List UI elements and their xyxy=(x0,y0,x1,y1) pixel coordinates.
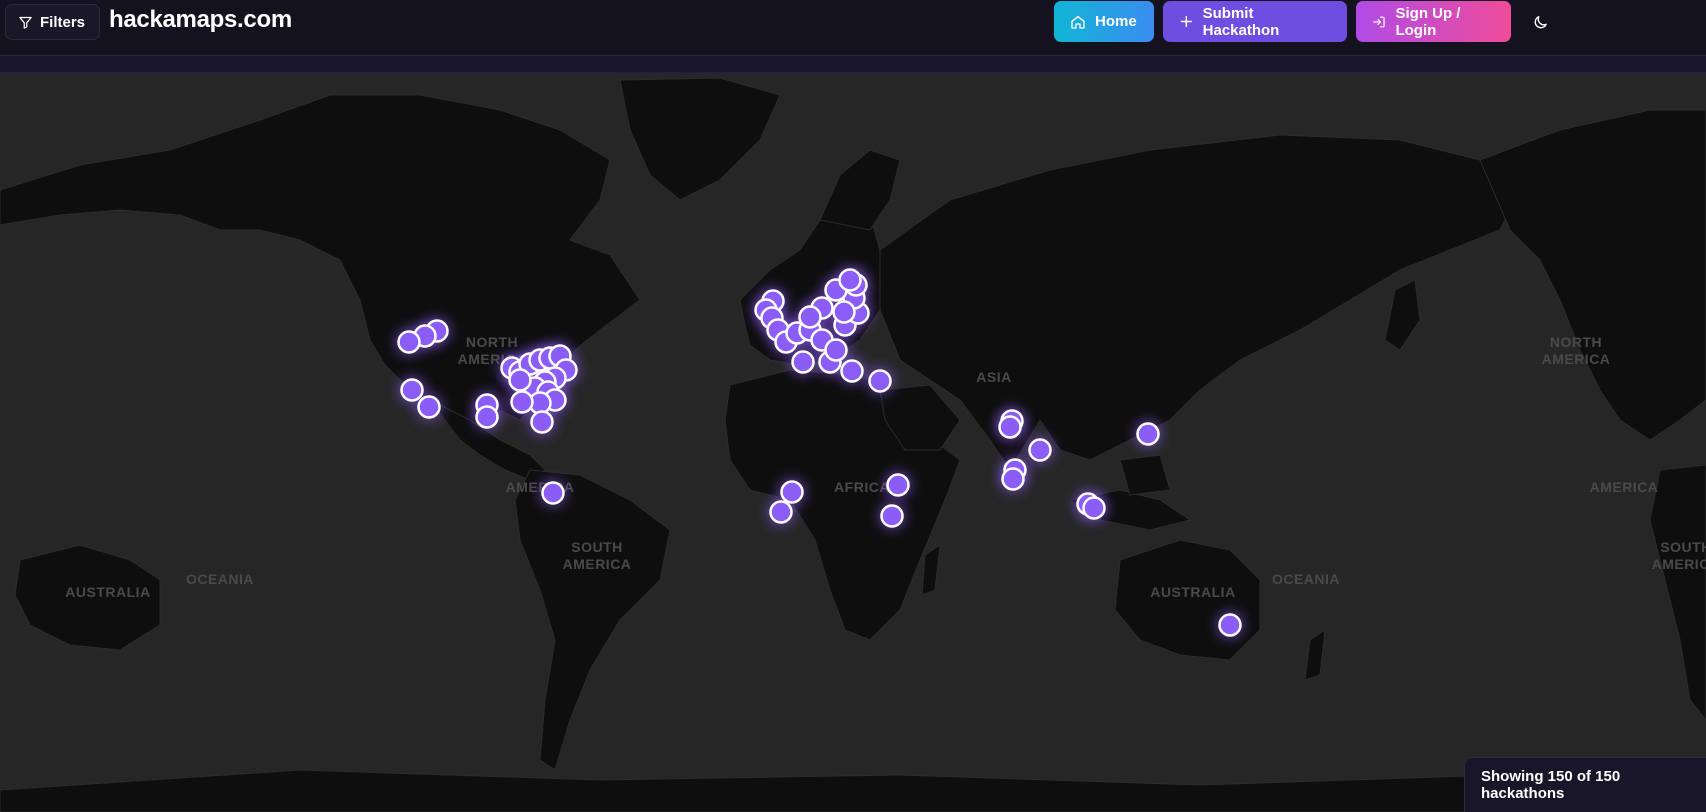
theme-toggle-button[interactable] xyxy=(1528,10,1552,34)
hackathon-marker[interactable] xyxy=(791,350,815,374)
hackathon-marker[interactable] xyxy=(824,338,848,362)
hackathon-marker[interactable] xyxy=(400,378,424,402)
home-button[interactable]: Home xyxy=(1054,1,1154,42)
sign-up-login-label: Sign Up / Login xyxy=(1395,4,1461,39)
hackathon-marker[interactable] xyxy=(798,305,822,329)
submit-hackathon-button[interactable]: Submit Hackathon xyxy=(1163,1,1347,42)
hackathon-marker[interactable] xyxy=(886,473,910,497)
label-north-america-right-2: AMERICA xyxy=(1542,351,1611,367)
filter-icon xyxy=(19,16,32,29)
hackathon-marker[interactable] xyxy=(1028,438,1052,462)
hackathon-marker[interactable] xyxy=(530,410,554,434)
results-count-badge: Showing 150 of 150 hackathons xyxy=(1464,757,1706,812)
moon-icon xyxy=(1534,15,1547,28)
hackathon-marker[interactable] xyxy=(541,481,565,505)
hackathon-marker[interactable] xyxy=(1136,422,1160,446)
label-south-america-right-2: AMERICA xyxy=(1652,556,1706,572)
hackathon-marker[interactable] xyxy=(780,480,804,504)
antarctica-land xyxy=(0,769,1706,812)
hackathon-marker[interactable] xyxy=(840,359,864,383)
hackathon-marker[interactable] xyxy=(998,415,1022,439)
hackathon-marker[interactable] xyxy=(510,390,534,414)
label-oceania-left: OCEANIA xyxy=(186,571,254,587)
label-central-america-right: AMERICA xyxy=(1590,479,1659,495)
label-south-america-right-1: SOUTH xyxy=(1660,539,1706,555)
hackathon-marker[interactable] xyxy=(832,300,856,324)
hackathon-marker[interactable] xyxy=(475,405,499,429)
submit-hackathon-label: Submit Hackathon xyxy=(1202,4,1280,39)
plus-icon xyxy=(1180,15,1192,28)
hackathon-marker[interactable] xyxy=(417,395,441,419)
hackathon-marker[interactable] xyxy=(769,500,793,524)
hackathon-marker[interactable] xyxy=(1218,613,1242,637)
hackathon-marker[interactable] xyxy=(880,504,904,528)
label-south-america-left-2: AMERICA xyxy=(563,556,632,572)
label-australia-right: AUSTRALIA xyxy=(1150,584,1235,600)
hackathon-marker[interactable] xyxy=(838,268,862,292)
home-icon xyxy=(1071,15,1085,29)
label-australia-left: AUSTRALIA xyxy=(65,584,150,600)
top-navigation-bar: Filters hackamaps.com Home Submit Hackat… xyxy=(0,0,1706,56)
label-africa: AFRICA xyxy=(834,479,890,495)
world-map[interactable]: NORTH AMERICA AMERICA SOUTH AMERICA AUST… xyxy=(0,73,1706,812)
label-north-america-left-1: NORTH xyxy=(466,334,518,350)
hackathon-marker[interactable] xyxy=(508,368,532,392)
sign-up-login-button[interactable]: Sign Up / Login xyxy=(1356,1,1511,42)
hackathon-marker[interactable] xyxy=(868,369,892,393)
site-brand[interactable]: hackamaps.com xyxy=(109,6,292,34)
hackathon-marker[interactable] xyxy=(397,330,421,354)
login-icon xyxy=(1373,16,1385,27)
label-south-america-left-1: SOUTH xyxy=(571,539,623,555)
label-north-america-right-1: NORTH xyxy=(1550,334,1602,350)
filters-button[interactable]: Filters xyxy=(5,4,101,40)
home-label: Home xyxy=(1095,13,1137,30)
hackathon-marker[interactable] xyxy=(1001,467,1025,491)
filters-label: Filters xyxy=(40,13,86,31)
label-oceania-right: OCEANIA xyxy=(1272,571,1340,587)
header-substrip xyxy=(0,56,1706,73)
label-asia: ASIA xyxy=(976,369,1011,385)
map-canvas[interactable]: NORTH AMERICA AMERICA SOUTH AMERICA AUST… xyxy=(0,73,1706,812)
hackathon-marker[interactable] xyxy=(1082,496,1106,520)
